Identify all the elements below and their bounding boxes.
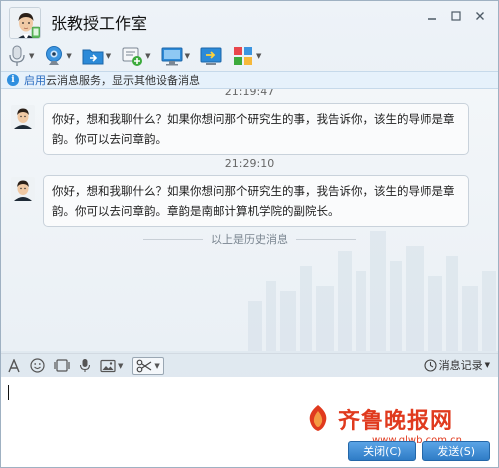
sticker-button[interactable] [54,358,70,373]
send-file-button[interactable]: ▼ [82,43,111,69]
chevron-down-icon[interactable]: ▼ [154,362,159,370]
chevron-down-icon[interactable]: ▼ [145,52,150,60]
message-timestamp: 21:29:10 [224,157,275,170]
image-button[interactable]: ▼ [100,359,123,373]
contact-avatar[interactable] [9,7,41,39]
divider-line [296,238,356,240]
window-title: 张教授工作室 [51,14,148,33]
message-history[interactable]: 21:19:47 你好，想和我聊什么？如果你想问那个研究生的事，我告诉你，该生的… [1,89,498,351]
info-bar: i 启用 云消息服务，显示其他设备消息 [1,71,498,89]
webcam-icon [46,46,63,65]
sender-avatar[interactable] [11,177,35,201]
screenshot-button[interactable]: ▼ [132,356,164,375]
title-bar: 张教授工作室 [1,1,498,41]
screenshot-scissors-icon [136,359,152,372]
enable-cloud-message-link[interactable]: 启用 [24,72,46,88]
monitor-icon [161,47,183,66]
send-button[interactable]: 发送(S) [422,441,490,461]
message-history-label: 消息记录 [438,359,483,372]
message-add-icon [122,47,143,66]
remote-desktop-button[interactable]: ▼ [161,43,190,69]
voice-call-button[interactable]: ▼ [7,43,34,69]
close-icon [476,12,484,20]
chat-toolbar: ▼ ▼ ▼ ▼ ▼ ▼ [1,41,498,71]
history-label: 以上是历史消息 [211,233,288,246]
chevron-down-icon[interactable]: ▼ [256,52,261,60]
chat-window: 张教授工作室 ▼ ▼ ▼ ▼ ▼ ▼ i 启用 云消息服务，显示其他设备消息 2… [0,0,499,468]
watermark-title: 齐鲁晚报网 [338,408,454,434]
emoji-button[interactable] [30,358,45,373]
close-button[interactable] [468,7,492,25]
font-button[interactable] [7,358,21,373]
message-history-button[interactable]: 消息记录 ▼ [424,357,490,373]
chevron-down-icon[interactable]: ▼ [66,52,71,60]
window-controls [420,7,492,25]
text-cursor [8,385,9,400]
message-bubble[interactable]: 你好，想和我聊什么？如果你想问那个研究生的事，我告诉你，该生的导师是章韵。你可以… [43,175,469,227]
message-timestamp: 21:19:47 [224,89,275,98]
sender-avatar[interactable] [11,105,35,129]
voice-message-icon [79,359,91,372]
minimize-button[interactable] [420,7,444,25]
chevron-down-icon[interactable]: ▼ [106,52,111,60]
action-buttons: 关闭(C) 发送(S) [348,441,490,461]
info-bar-text: 云消息服务，显示其他设备消息 [46,74,200,87]
chevron-down-icon[interactable]: ▼ [29,52,34,60]
close-chat-button[interactable]: 关闭(C) [348,441,417,461]
chevron-down-icon: ▼ [484,361,490,369]
share-screen-button[interactable] [200,43,222,69]
info-icon: i [7,74,19,86]
microphone-icon [9,45,25,66]
sticker-icon [54,359,70,372]
restore-icon [451,11,461,21]
clock-icon [424,358,437,372]
voice-message-button[interactable] [79,358,91,373]
chevron-down-icon[interactable]: ▼ [185,52,190,60]
restore-button[interactable] [444,7,468,25]
history-divider: 以上是历史消息 [1,232,498,246]
screen-share-icon [200,47,222,65]
app-message-button[interactable]: ▼ [121,43,151,69]
font-icon [8,358,20,372]
minimize-icon [428,18,436,20]
image-icon [100,359,116,372]
app-grid-icon [233,47,252,65]
watermark-logo-icon [309,405,327,431]
apps-button[interactable]: ▼ [232,43,261,69]
divider-line [143,238,203,240]
folder-icon [82,49,104,65]
video-call-button[interactable]: ▼ [44,43,72,69]
message-bubble[interactable]: 你好，想和我聊什么？如果你想问那个研究生的事，我告诉你，该生的导师是章韵。你可以… [43,103,469,155]
emoji-icon [30,358,45,373]
chevron-down-icon[interactable]: ▼ [118,362,123,370]
